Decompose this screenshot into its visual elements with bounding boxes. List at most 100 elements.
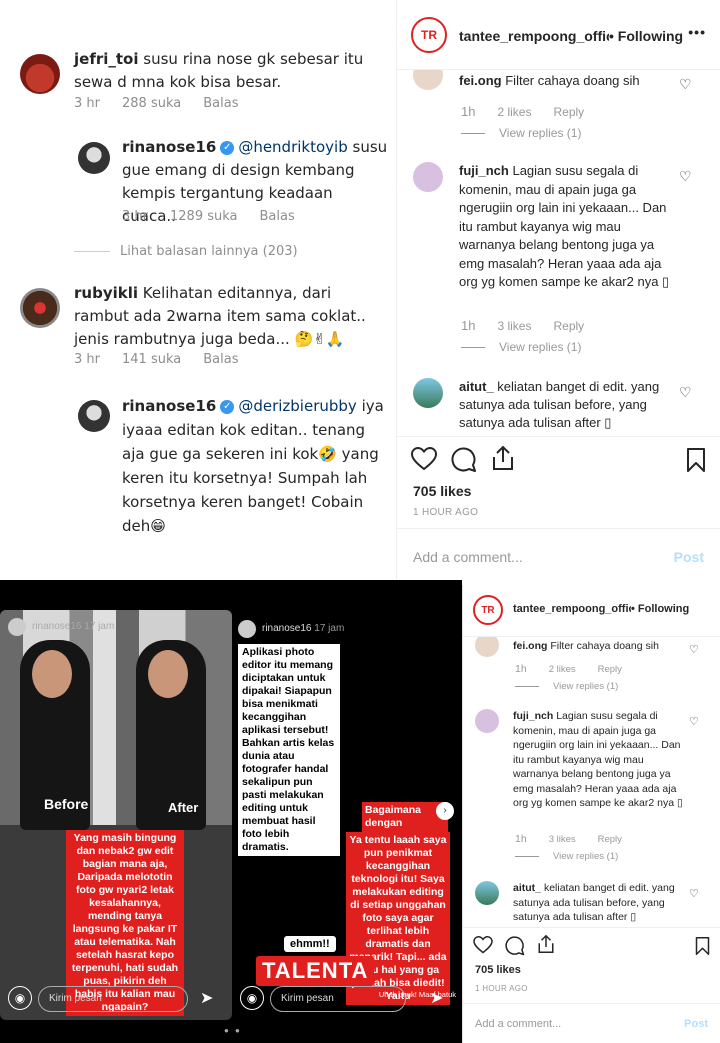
reply-link[interactable]: Reply — [598, 834, 622, 845]
send-icon[interactable]: ➤ — [200, 988, 213, 1008]
comment-icon[interactable] — [451, 447, 477, 478]
heart-icon[interactable] — [473, 935, 493, 959]
post-button[interactable]: Post — [674, 549, 704, 565]
heart-icon[interactable] — [410, 446, 438, 476]
view-replies[interactable]: View replies (1) — [461, 340, 581, 354]
avatar — [78, 400, 110, 432]
post-header: TR tantee_rempoong_offic • Following ••• — [397, 0, 720, 70]
comment-meta: 1h 3 likes Reply — [515, 833, 622, 845]
post-time: 1 HOUR AGO — [475, 984, 528, 993]
more-options-icon[interactable]: ••• — [688, 24, 706, 40]
reply-link[interactable]: Balas — [203, 352, 238, 367]
comment-text: aitut_ keliatan banget di edit. yang sat… — [513, 882, 675, 923]
comment-text: rubyikli Kelihatan editannya, dari rambu… — [74, 284, 366, 348]
comment-screenshot: jefri_toi susu rina nose gk sebesar itu … — [0, 0, 396, 580]
comment-text: aitut_ keliatan banget di edit. yang sat… — [459, 379, 660, 430]
reply-link[interactable]: Reply — [598, 664, 622, 675]
story-reply-bar: ◉ Kirim pesan ➤ — [0, 978, 232, 1020]
message-input[interactable]: Kirim pesan — [270, 986, 406, 1012]
like-heart-icon[interactable]: ♡ — [679, 168, 692, 185]
story-right: rinanose16 17 jam Aplikasi photo editor … — [232, 610, 460, 1020]
comment-text: fei.ong Filter cahaya doang sih — [459, 73, 640, 88]
comment-text: fuji_nch Lagian susu segala di komenin, … — [459, 163, 670, 289]
instagram-panel-top: TR tantee_rempoong_offic • Following •••… — [396, 0, 720, 580]
comments-list: fei.ong Filter cahaya doang sih 1h 2 like… — [397, 70, 720, 436]
view-replies[interactable]: View replies (1) — [461, 126, 581, 140]
following-status[interactable]: • Following — [631, 603, 689, 615]
avatar — [78, 142, 110, 174]
like-heart-icon[interactable]: ♡ — [689, 715, 699, 728]
comment-meta: 1h 2 likes Reply — [461, 104, 585, 119]
avatar — [413, 378, 443, 408]
camera-icon[interactable]: ◉ — [8, 986, 32, 1010]
reply-link[interactable]: Reply — [553, 319, 584, 333]
story-username: rinanose16 17 jam — [262, 623, 345, 634]
reply-link[interactable]: Balas — [203, 96, 238, 111]
pagination-dots: ● ● — [224, 1026, 242, 1035]
story-reply-bar: ◉ Kirim pesan ➤ — [232, 978, 460, 1020]
avatar — [475, 637, 499, 657]
view-replies[interactable]: View replies (1) — [515, 681, 618, 692]
instagram-panel-bottom: TR tantee_rempoong_offic • Following fei… — [462, 585, 720, 1043]
post-button[interactable]: Post — [684, 1018, 708, 1030]
avatar — [413, 70, 443, 90]
likes-count[interactable]: 705 likes — [475, 964, 521, 976]
share-icon[interactable] — [537, 934, 555, 959]
reply-link[interactable]: Reply — [553, 105, 584, 119]
camera-icon[interactable]: ◉ — [240, 986, 264, 1010]
comment-icon[interactable] — [505, 936, 525, 961]
comment-text: fei.ong Filter cahaya doang sih — [513, 640, 659, 652]
before-label: Before — [44, 796, 89, 812]
view-replies[interactable]: View replies (1) — [515, 851, 618, 862]
following-status[interactable]: • Following — [609, 28, 683, 44]
avatar — [20, 288, 60, 328]
face-before — [32, 650, 72, 698]
reply-link[interactable]: Balas — [260, 209, 295, 224]
comment-text: fuji_nch Lagian susu segala di komenin, … — [513, 710, 683, 809]
avatar — [475, 881, 499, 905]
account-logo[interactable]: TR — [411, 17, 447, 53]
comment-meta: 1h 2 likes Reply — [515, 663, 622, 675]
like-heart-icon[interactable]: ♡ — [689, 643, 699, 656]
add-comment-input[interactable]: Add a comment... — [475, 1018, 561, 1030]
likes-count[interactable]: 705 likes — [413, 483, 471, 499]
account-username[interactable]: tantee_rempoong_offic — [513, 603, 631, 615]
next-story-icon[interactable]: › — [436, 802, 454, 820]
bookmark-icon[interactable] — [695, 936, 710, 961]
post-time: 1 HOUR AGO — [413, 507, 479, 518]
add-comment-bar: Add a comment... Post — [463, 1003, 720, 1043]
story-left: Before After rinanose16 17 jam Yang masi… — [0, 610, 232, 1020]
verified-icon: ✓ — [220, 399, 235, 414]
comment-meta: 3 hr 141 suka Balas — [74, 352, 239, 367]
like-heart-icon[interactable]: ♡ — [689, 887, 699, 900]
story-avatar[interactable] — [238, 620, 256, 638]
account-username[interactable]: tantee_rempoong_offic — [459, 28, 609, 44]
like-heart-icon[interactable]: ♡ — [679, 76, 692, 93]
story-username: rinanose16 17 jam — [32, 621, 115, 632]
like-heart-icon[interactable]: ♡ — [679, 384, 692, 401]
avatar — [413, 162, 443, 192]
comment-text: rinanose16 ✓ @derizbierubby iya iyaaa edit… — [122, 397, 384, 535]
after-label: After — [168, 800, 199, 815]
bookmark-icon[interactable] — [686, 447, 706, 478]
face-after — [148, 650, 188, 698]
comment-jefri: jefri_toi susu rina nose gk sebesar itu … — [0, 0, 396, 120]
stories-screenshot: Before After rinanose16 17 jam Yang masi… — [0, 580, 462, 1043]
comments-list: fei.ong Filter cahaya doang sih 1h 2 like… — [463, 637, 720, 927]
comment-meta: 3 hr 288 suka Balas — [74, 96, 239, 111]
avatar — [20, 54, 60, 94]
send-icon[interactable]: ➤ — [430, 988, 443, 1008]
comment-meta: 1h 3 likes Reply — [461, 318, 585, 333]
post-actions: 705 likes 1 HOUR AGO — [397, 436, 720, 528]
add-comment-bar: Add a comment... Post — [397, 528, 720, 580]
story-avatar[interactable] — [8, 618, 26, 636]
story-photo: Before After — [0, 610, 232, 830]
avatar — [475, 709, 499, 733]
account-logo[interactable]: TR — [473, 595, 503, 625]
post-actions: 705 likes 1 HOUR AGO — [463, 927, 720, 1003]
share-icon[interactable] — [491, 445, 515, 476]
verified-icon: ✓ — [220, 140, 235, 155]
view-more-replies[interactable]: Lihat balasan lainnya (203) — [74, 244, 298, 259]
message-input[interactable]: Kirim pesan — [38, 986, 188, 1012]
add-comment-input[interactable]: Add a comment... — [413, 549, 523, 565]
